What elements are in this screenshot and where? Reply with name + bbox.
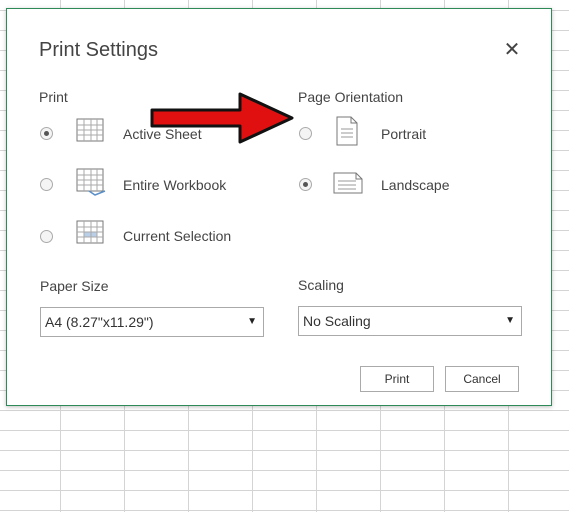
print-button[interactable]: Print: [360, 366, 434, 392]
landscape-page-icon: [333, 172, 363, 194]
chevron-down-icon: ▼: [505, 315, 515, 326]
scaling-select[interactable]: No Scaling ▼: [298, 306, 522, 336]
entire-workbook-icon: [76, 168, 106, 196]
chevron-down-icon: ▼: [247, 316, 257, 327]
portrait-page-icon: [336, 116, 358, 146]
active-sheet-icon: [76, 118, 104, 142]
close-icon[interactable]: ✕: [501, 39, 523, 61]
landscape-label: Landscape: [381, 177, 450, 193]
scaling-label: Scaling: [298, 277, 344, 293]
print-section-label: Print: [39, 89, 68, 105]
page-orientation-label: Page Orientation: [298, 89, 404, 105]
cancel-button[interactable]: Cancel: [445, 366, 519, 392]
portrait-label: Portrait: [381, 126, 427, 142]
paper-size-value: A4 (8.27"x11.29"): [45, 314, 154, 330]
paper-size-select[interactable]: A4 (8.27"x11.29") ▼: [40, 307, 264, 337]
print-settings-dialog: Print Settings ✕ Print Active Sheet Enti…: [6, 8, 552, 406]
radio-portrait[interactable]: [299, 127, 312, 140]
current-selection-label: Current Selection: [123, 228, 232, 244]
scaling-value: No Scaling: [303, 313, 371, 329]
radio-active-sheet[interactable]: [40, 127, 53, 140]
radio-entire-workbook[interactable]: [40, 178, 53, 191]
paper-size-label: Paper Size: [40, 278, 109, 294]
current-selection-icon: [76, 220, 104, 244]
radio-landscape[interactable]: [299, 178, 312, 191]
radio-current-selection[interactable]: [40, 230, 53, 243]
dialog-title: Print Settings: [39, 39, 158, 61]
red-arrow-annotation: [150, 92, 294, 144]
entire-workbook-label: Entire Workbook: [123, 177, 227, 193]
